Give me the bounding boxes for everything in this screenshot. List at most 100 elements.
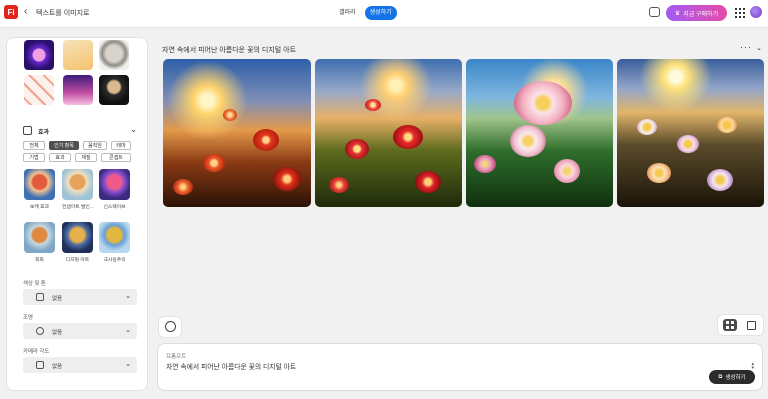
style-card-bokeh[interactable]: 보케 효과 (24, 169, 55, 210)
flower-graphic (223, 109, 237, 121)
page-title: 텍스트를 이미지로 (36, 10, 90, 17)
buy-now-button[interactable]: ♛ 지금 구매하기 (666, 5, 727, 21)
filter-chip[interactable]: 재질 (75, 153, 97, 162)
flower-graphic (273, 167, 301, 191)
color-tone-dropdown[interactable]: 없음 ⌄ (23, 289, 137, 305)
chevron-down-icon: ⌄ (125, 327, 131, 334)
grid-view-icon[interactable] (723, 319, 737, 331)
lighting-value: 없음 (52, 330, 63, 336)
feedback-chat-icon[interactable] (649, 7, 660, 17)
flower-graphic (345, 139, 369, 159)
chevron-down-icon: ⌄ (125, 293, 131, 300)
flower-graphic (677, 135, 699, 153)
flower-graphic (717, 117, 737, 133)
flower-graphic (173, 179, 193, 195)
effects-section-header[interactable]: 효과 ⌄ (23, 124, 137, 138)
flower-graphic (554, 159, 580, 183)
style-label: 극사실주의 (103, 258, 126, 263)
mode-tabs: 갤러리 생성하기 (334, 6, 397, 20)
generate-icon: ⧉ (718, 373, 723, 380)
chevron-down-icon: ⌄ (125, 361, 131, 368)
style-label: 디지털 아트 (65, 258, 90, 263)
effects-title: 효과 (38, 130, 50, 136)
flower-graphic (514, 81, 572, 125)
palette-icon (36, 293, 44, 301)
filter-chip[interactable]: 전체 (23, 141, 45, 150)
filter-chip[interactable]: 인기 항목 (49, 141, 79, 150)
lighting-dropdown[interactable]: 없음 ⌄ (23, 323, 137, 339)
back-chevron-icon[interactable]: ‹ (24, 6, 27, 17)
top-bar: Fi ‹ 텍스트를 이미지로 갤러리 생성하기 ♛ 지금 구매하기 (0, 0, 768, 28)
flower-graphic (707, 169, 733, 191)
generated-image-3[interactable] (466, 59, 613, 207)
flower-graphic (647, 163, 671, 183)
style-label: 보케 효과 (30, 205, 49, 210)
style-label: 신스웨이브 (103, 205, 126, 210)
style-card-painting[interactable]: 회화 (24, 222, 55, 263)
lightbulb-icon (36, 327, 44, 335)
flower-graphic (637, 119, 657, 135)
history-clock-icon (165, 321, 176, 332)
flower-graphic (253, 129, 279, 151)
reference-thumbnail[interactable] (24, 75, 54, 105)
color-tone-label: 색상 및 톤 (23, 281, 46, 287)
tab-gallery[interactable]: 갤러리 (334, 6, 361, 20)
reference-thumbnail[interactable] (99, 75, 129, 105)
camera-icon (36, 361, 44, 369)
reference-thumbnail[interactable] (63, 40, 93, 70)
chevron-down-icon: ⌄ (130, 125, 137, 134)
generated-image-4[interactable] (617, 59, 764, 207)
buy-now-label: 지금 구매하기 (683, 11, 719, 18)
result-prompt-title: 자연 속에서 피어난 아름다운 꽃의 디지털 아트 (162, 47, 297, 54)
history-button[interactable] (158, 316, 182, 338)
tab-generate[interactable]: 생성하기 (364, 6, 397, 20)
style-label: 회화 (35, 258, 44, 263)
reference-thumbnail[interactable] (99, 40, 129, 70)
flower-graphic (365, 99, 381, 111)
generate-label: 생성하기 (725, 375, 746, 381)
camera-angle-value: 없음 (52, 364, 63, 370)
avatar[interactable] (750, 6, 762, 18)
filter-chip[interactable]: 움직임 (83, 141, 107, 150)
camera-angle-label: 카메라 각도 (23, 349, 50, 355)
reference-thumbnail[interactable] (24, 40, 54, 70)
style-thumbnail (24, 169, 55, 200)
color-tone-value: 없음 (52, 296, 63, 302)
style-card-synthwave[interactable]: 신스웨이브 (99, 169, 130, 210)
firefly-logo[interactable]: Fi (4, 5, 18, 19)
flower-graphic (415, 171, 441, 193)
flower-graphic (329, 177, 349, 193)
view-toggle (717, 314, 764, 336)
flower-graphic (203, 154, 225, 172)
style-thumbnail (24, 222, 55, 253)
settings-panel: 효과 ⌄ 전체 인기 항목 움직임 테마 기법 효과 재질 콘셉트 보케 효과 … (6, 37, 148, 391)
reference-thumbnail[interactable] (63, 75, 93, 105)
apps-grid-icon[interactable] (735, 8, 745, 18)
prompt-input[interactable]: 자연 속에서 피어난 아름다운 꽃의 디지털 아트 (166, 361, 296, 371)
style-label: 컨셉아트 발인... (62, 205, 94, 210)
generated-image-1[interactable] (163, 59, 311, 207)
style-card-hyperrealism[interactable]: 극사실주의 (99, 222, 130, 263)
filter-chip[interactable]: 효과 (49, 153, 71, 162)
style-card-concept-art[interactable]: 컨셉아트 발인... (62, 169, 94, 210)
chevron-down-icon[interactable]: ⌄ (756, 44, 762, 52)
prompt-box[interactable]: 프롬프트 자연 속에서 피어난 아름다운 꽃의 디지털 아트 ▴ ▾ (157, 343, 763, 391)
style-thumbnail (99, 169, 130, 200)
lighting-label: 조명 (23, 315, 33, 321)
filter-chip[interactable]: 테마 (111, 141, 131, 150)
style-thumbnail (99, 222, 130, 253)
filter-chip[interactable]: 기법 (23, 153, 45, 162)
camera-angle-dropdown[interactable]: 없음 ⌄ (23, 357, 137, 373)
more-options-icon[interactable]: ··· (740, 42, 752, 52)
generate-button[interactable]: ⧉ 생성하기 (709, 370, 755, 384)
single-view-icon[interactable] (747, 321, 756, 330)
flower-graphic (510, 125, 546, 157)
generated-image-2[interactable] (315, 59, 462, 207)
filter-chip[interactable]: 콘셉트 (101, 153, 131, 162)
resize-handle-icon[interactable]: ▴ ▾ (751, 362, 754, 371)
style-thumbnail (62, 169, 93, 200)
crown-icon: ♛ (674, 10, 681, 17)
prompt-label: 프롬프트 (166, 354, 187, 360)
effects-icon (23, 126, 32, 135)
style-card-digital-art[interactable]: 디지털 아트 (62, 222, 93, 263)
